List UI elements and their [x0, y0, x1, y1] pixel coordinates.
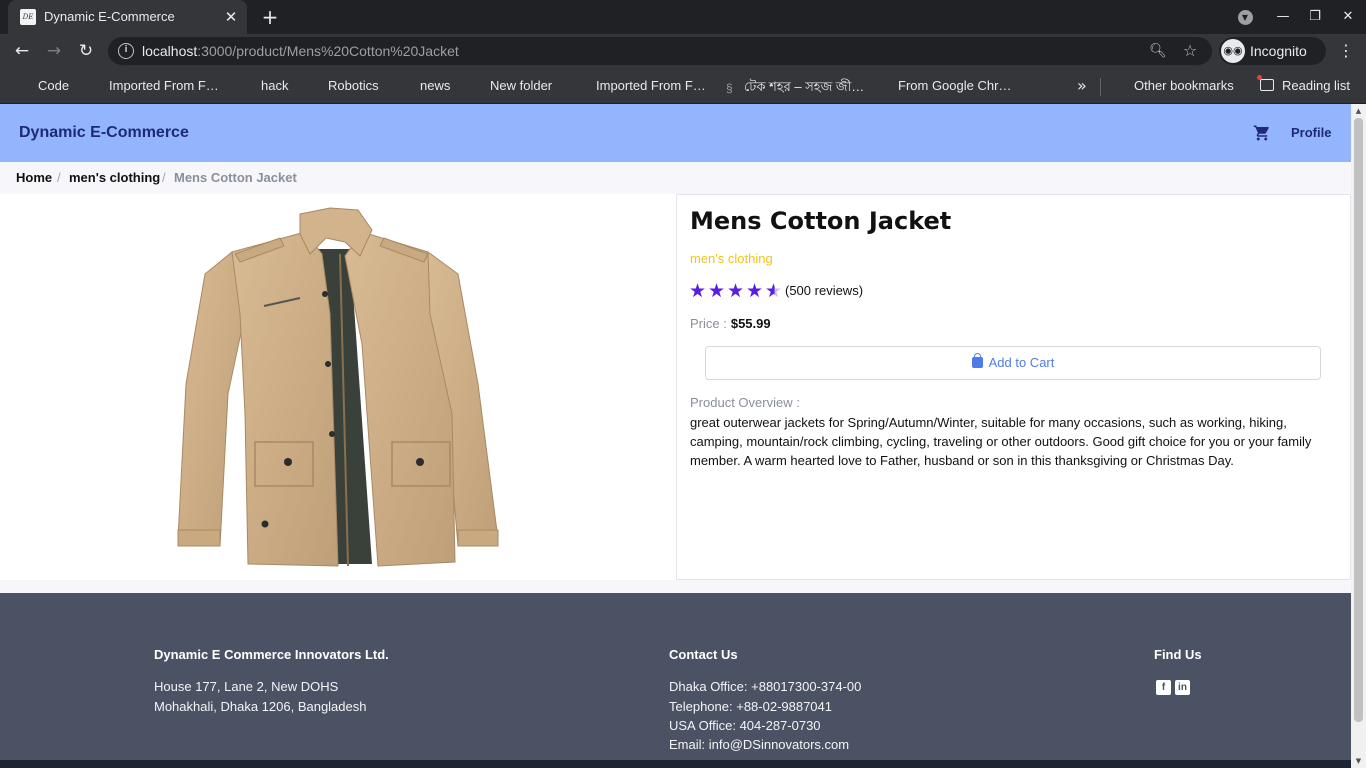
- site-brand[interactable]: Dynamic E-Commerce: [19, 124, 189, 142]
- shopping-bag-icon: [971, 353, 983, 368]
- price-value: $55.99: [730, 316, 771, 331]
- reload-icon[interactable]: ↻: [75, 40, 97, 62]
- tab-close-icon[interactable]: ✕: [222, 8, 240, 26]
- half-star-icon: ★: [764, 280, 783, 302]
- forward-arrow-icon[interactable]: →: [43, 40, 65, 62]
- browser-toolbar: ← → ↻ i localhost:3000/product/Mens%20Co…: [0, 34, 1366, 68]
- product-category: men's clothing: [690, 251, 773, 266]
- close-window-icon[interactable]: ✕: [1338, 7, 1358, 27]
- tab-title: Dynamic E-Commerce: [44, 9, 175, 24]
- star-icon: ★: [707, 280, 726, 302]
- review-count: (500 reviews): [785, 283, 864, 298]
- reading-list-button[interactable]: Reading list: [1257, 75, 1350, 93]
- footer-telephone: Telephone: +88-02-9887041: [669, 699, 833, 714]
- price-row: Price : $55.99: [690, 316, 771, 331]
- new-tab-icon[interactable]: +: [259, 6, 281, 28]
- breadcrumb-separator: /: [57, 170, 61, 185]
- address-bar[interactable]: i localhost:3000/product/Mens%20Cotton%2…: [108, 37, 1212, 65]
- breadcrumb-separator: /: [162, 170, 166, 185]
- price-label: Price :: [690, 316, 727, 331]
- url-text[interactable]: localhost:3000/product/Mens%20Cotton%20J…: [142, 43, 459, 59]
- star-icon: ★: [726, 280, 745, 302]
- incognito-profile-button[interactable]: ◉◉ Incognito: [1219, 37, 1326, 65]
- footer-address-line: House 177, Lane 2, New DOHS: [154, 679, 339, 694]
- reading-list-icon: [1257, 75, 1274, 91]
- bookmark-item[interactable]: Code: [38, 78, 69, 93]
- scroll-down-icon[interactable]: ▼: [1351, 755, 1366, 767]
- product-image: [177, 207, 499, 567]
- site-navbar: Dynamic E-Commerce Profile: [0, 104, 1351, 162]
- star-icon: ★: [745, 280, 764, 302]
- bookmarks-divider: [1100, 78, 1101, 96]
- zoom-icon[interactable]: 🔍︎: [1148, 41, 1168, 61]
- incognito-label: Incognito: [1250, 43, 1307, 59]
- breadcrumb-home[interactable]: Home: [16, 170, 52, 185]
- product-image-panel: [0, 194, 676, 580]
- bookmark-star-icon[interactable]: ☆: [1180, 41, 1200, 61]
- minimize-icon[interactable]: —: [1273, 7, 1293, 27]
- tab-search-icon[interactable]: ▼: [1235, 7, 1255, 27]
- site-info-icon[interactable]: i: [118, 43, 134, 59]
- bookmark-item[interactable]: § টেক শহর – সহজ জী…: [726, 78, 864, 99]
- overview-label: Product Overview :: [690, 395, 800, 410]
- favicon-icon: DE: [20, 9, 36, 25]
- product-details-panel: Mens Cotton Jacket men's clothing ★ ★ ★ ★ ★ …: [676, 194, 1351, 580]
- incognito-icon: ◉◉: [1221, 39, 1245, 63]
- tab-strip: DE Dynamic E-Commerce ✕ + ▼ — ❐ ✕: [0, 0, 1366, 34]
- footer-email[interactable]: Email: info@DSinnovators.com: [669, 737, 849, 752]
- bookmark-item[interactable]: Imported From F…: [109, 78, 219, 93]
- bookmark-item[interactable]: From Google Chr…: [898, 78, 1011, 93]
- footer-contact-heading: Contact Us: [669, 647, 738, 662]
- browser-menu-icon[interactable]: ⋮: [1336, 41, 1356, 61]
- breadcrumb: Home / men's clothing / Mens Cotton Jack…: [0, 162, 1351, 194]
- scroll-up-icon[interactable]: ▲: [1351, 105, 1366, 117]
- page-viewport: Dynamic E-Commerce Profile Home / men's …: [0, 104, 1351, 768]
- footer-usa-office: USA Office: 404-287-0730: [669, 718, 821, 733]
- bookmark-item[interactable]: Imported From F…: [596, 78, 706, 93]
- more-bookmarks-icon[interactable]: »: [1077, 76, 1087, 95]
- bookmark-item[interactable]: New folder: [490, 78, 552, 93]
- active-tab[interactable]: DE Dynamic E-Commerce ✕: [8, 0, 247, 34]
- bookmark-item[interactable]: Robotics: [328, 78, 379, 93]
- bookmarks-bar: Code Imported From F… hack Robotics news…: [0, 68, 1366, 104]
- profile-link[interactable]: Profile: [1291, 125, 1331, 140]
- footer-company-heading: Dynamic E Commerce Innovators Ltd.: [154, 647, 389, 662]
- back-arrow-icon[interactable]: ←: [11, 40, 33, 62]
- product-section: Mens Cotton Jacket men's clothing ★ ★ ★ ★ ★ …: [0, 194, 1351, 580]
- product-title: Mens Cotton Jacket: [690, 207, 952, 235]
- footer-address-line: Mohakhali, Dhaka 1206, Bangladesh: [154, 699, 367, 714]
- footer-bottom-bar: [0, 760, 1351, 768]
- bookmark-item[interactable]: hack: [261, 78, 288, 93]
- star-icon: ★: [688, 280, 707, 302]
- scroll-thumb[interactable]: [1354, 118, 1363, 722]
- product-overview: great outerwear jackets for Spring/Autum…: [690, 415, 1312, 468]
- site-icon: §: [726, 81, 733, 95]
- cart-icon[interactable]: [1253, 124, 1271, 142]
- breadcrumb-category[interactable]: men's clothing: [69, 170, 160, 185]
- site-footer: Dynamic E Commerce Innovators Ltd. House…: [0, 593, 1351, 768]
- restore-icon[interactable]: ❐: [1305, 7, 1325, 27]
- other-bookmarks[interactable]: Other bookmarks: [1134, 78, 1234, 93]
- breadcrumb-current: Mens Cotton Jacket: [174, 170, 297, 185]
- facebook-icon[interactable]: f: [1156, 680, 1171, 695]
- page-scrollbar[interactable]: ▲ ▼: [1351, 104, 1366, 768]
- bookmark-item[interactable]: news: [420, 78, 450, 93]
- linkedin-icon[interactable]: in: [1175, 680, 1190, 695]
- add-to-cart-button[interactable]: Add to Cart: [705, 346, 1321, 380]
- section-divider: [0, 580, 1351, 593]
- rating-stars: ★ ★ ★ ★ ★: [688, 281, 783, 301]
- footer-dhaka-office: Dhaka Office: +88017300-374-00: [669, 679, 862, 694]
- footer-findus-heading: Find Us: [1154, 647, 1202, 662]
